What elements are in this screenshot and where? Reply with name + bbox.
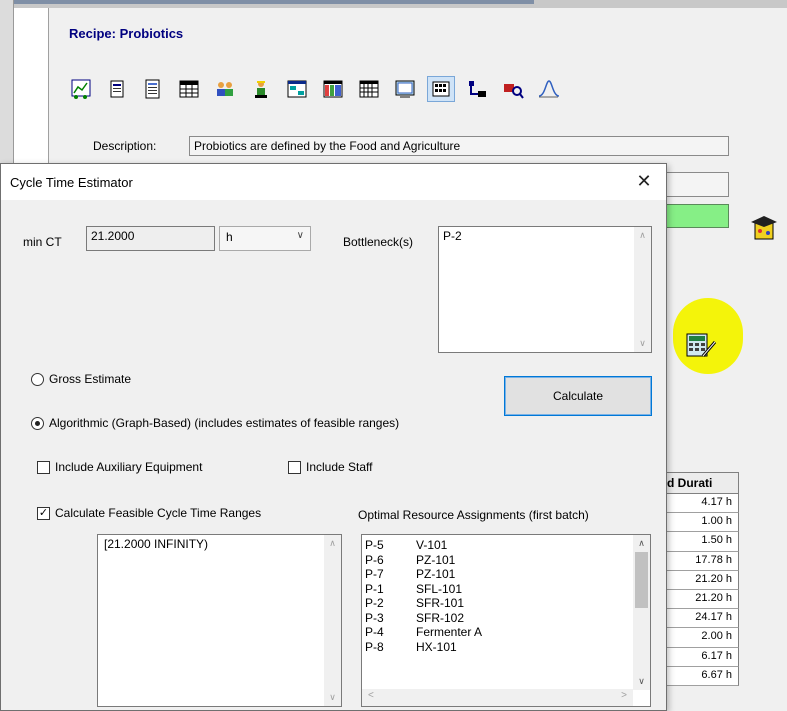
scroll-up-icon[interactable]: ∧ <box>324 535 341 552</box>
cycle-time-estimator-dialog: Cycle Time Estimator ✕ min CT 21.2000 h … <box>0 163 667 711</box>
scroll-down-icon[interactable]: ∨ <box>634 335 651 352</box>
recipe-title: Recipe: Probiotics <box>69 26 184 41</box>
assignments-listbox[interactable]: P-5 V-101 P-6 PZ-101 P-7 PZ-101 P-1 SFL-101 … <box>361 534 651 707</box>
include-staff-label: Include Staff <box>306 460 373 474</box>
curve-icon[interactable] <box>535 76 563 102</box>
chart-icon[interactable] <box>67 76 95 102</box>
unit-value: h <box>226 230 233 244</box>
calculate-button[interactable]: Calculate <box>504 376 652 416</box>
worker-icon[interactable] <box>247 76 275 102</box>
radio-circle <box>31 372 44 386</box>
assignments-list: P-5 V-101 P-6 PZ-101 P-7 PZ-101 P-1 SFL-101 … <box>362 535 650 675</box>
grid-icon[interactable] <box>355 76 383 102</box>
checkbox-box <box>37 460 50 474</box>
graduation-hat-icon[interactable] <box>749 213 779 246</box>
list-item[interactable]: P-7 PZ-101 <box>362 567 650 582</box>
recipe-toolbar <box>67 76 563 102</box>
calc-ranges-label: Calculate Feasible Cycle Time Ranges <box>55 506 262 520</box>
bottleneck-listbox[interactable]: P-2 ∧ ∨ <box>438 226 652 353</box>
list-item[interactable]: P-5 V-101 <box>362 538 650 553</box>
scroll-left-icon[interactable]: < <box>368 690 374 701</box>
range-item[interactable]: [21.2000 INFINITY) <box>98 535 341 553</box>
duration-cell[interactable]: 2.00 h <box>662 628 739 648</box>
table-icon[interactable] <box>175 76 203 102</box>
list-item[interactable]: P-2 SFR-101 <box>362 596 650 611</box>
scroll-right-icon[interactable]: > <box>621 690 627 701</box>
dialog-titlebar[interactable]: Cycle Time Estimator ✕ <box>1 164 666 200</box>
document-icon[interactable] <box>103 76 131 102</box>
duration-cell[interactable]: 24.17 h <box>662 609 739 629</box>
unit-select[interactable]: h ∨ <box>219 226 311 251</box>
min-ct-label: min CT <box>23 235 62 249</box>
calc-ranges-checkbox[interactable]: ✓ Calculate Feasible Cycle Time Ranges <box>37 506 261 520</box>
secondary-field[interactable] <box>664 172 729 197</box>
duration-cell[interactable]: 6.67 h <box>662 666 739 686</box>
bottleneck-item[interactable]: P-2 <box>439 227 651 245</box>
bottleneck-scrollbar[interactable]: ∧ ∨ <box>634 227 651 352</box>
scroll-thumb[interactable] <box>635 552 648 608</box>
duration-cell[interactable]: 21.20 h <box>662 589 739 610</box>
duration-cell[interactable]: 1.50 h <box>662 532 739 552</box>
description-label: Description: <box>93 139 157 153</box>
list-item[interactable]: P-4 Fermenter A <box>362 625 650 640</box>
top-window-edge <box>14 0 787 8</box>
include-aux-label: Include Auxiliary Equipment <box>55 460 203 474</box>
scroll-up-icon[interactable]: ∧ <box>634 227 651 244</box>
gross-estimate-radio[interactable]: Gross Estimate <box>31 372 131 386</box>
optimal-assignments-label: Optimal Resource Assignments (first batc… <box>358 508 589 522</box>
list-item[interactable]: P-6 PZ-101 <box>362 553 650 568</box>
list-item[interactable]: P-8 HX-101 <box>362 640 650 655</box>
assignments-vscrollbar[interactable]: ∧ ∨ <box>633 535 650 690</box>
duration-cell[interactable]: 4.17 h <box>662 494 739 514</box>
list-icon[interactable] <box>139 76 167 102</box>
window-icon[interactable] <box>283 76 311 102</box>
range-scrollbar[interactable]: ∧ ∨ <box>324 535 341 706</box>
algorithmic-radio[interactable]: Algorithmic (Graph-Based) (includes esti… <box>31 416 399 430</box>
dialog-title: Cycle Time Estimator <box>10 174 133 190</box>
calculator-icon[interactable] <box>685 330 717 363</box>
duration-cell[interactable]: 17.78 h <box>662 551 739 571</box>
search-tools-icon[interactable] <box>499 76 527 102</box>
checkmark-icon: ✓ <box>37 506 50 520</box>
duration-cell[interactable]: 1.00 h <box>662 513 739 533</box>
list-item[interactable]: P-3 SFR-102 <box>362 611 650 626</box>
assignments-hscrollbar[interactable]: < > <box>362 689 633 706</box>
status-green-bar <box>664 204 729 228</box>
radio-circle-selected <box>31 416 44 430</box>
duration-grid: d Durati 4.17 h 1.00 h 1.50 h 17.78 h 21… <box>661 472 739 686</box>
scroll-down-icon[interactable]: ∨ <box>633 673 650 690</box>
bottleneck-label: Bottleneck(s) <box>343 235 414 249</box>
close-icon[interactable]: ✕ <box>632 170 656 194</box>
chevron-down-icon: ∨ <box>296 230 304 241</box>
min-ct-field[interactable]: 21.2000 <box>86 226 215 251</box>
duration-cell[interactable]: 21.20 h <box>662 570 739 590</box>
flow-icon[interactable] <box>463 76 491 102</box>
range-listbox[interactable]: [21.2000 INFINITY) ∧ ∨ <box>97 534 342 707</box>
include-staff-checkbox[interactable]: Include Staff <box>288 460 373 474</box>
algorithmic-label: Algorithmic (Graph-Based) (includes esti… <box>49 416 400 430</box>
scroll-up-icon[interactable]: ∧ <box>633 535 650 552</box>
duration-column-header[interactable]: d Durati <box>662 472 739 494</box>
calendar-grid-icon[interactable] <box>427 76 455 102</box>
people-icon[interactable] <box>211 76 239 102</box>
gross-estimate-label: Gross Estimate <box>49 372 132 386</box>
scroll-down-icon[interactable]: ∨ <box>324 689 341 706</box>
color-table-icon[interactable] <box>319 76 347 102</box>
list-item[interactable]: P-1 SFL-101 <box>362 582 650 597</box>
duration-cell[interactable]: 6.17 h <box>662 647 739 667</box>
include-aux-checkbox[interactable]: Include Auxiliary Equipment <box>37 460 202 474</box>
description-field[interactable]: Probiotics are defined by the Food and A… <box>189 136 729 156</box>
display-icon[interactable] <box>391 76 419 102</box>
checkbox-box <box>288 460 301 474</box>
